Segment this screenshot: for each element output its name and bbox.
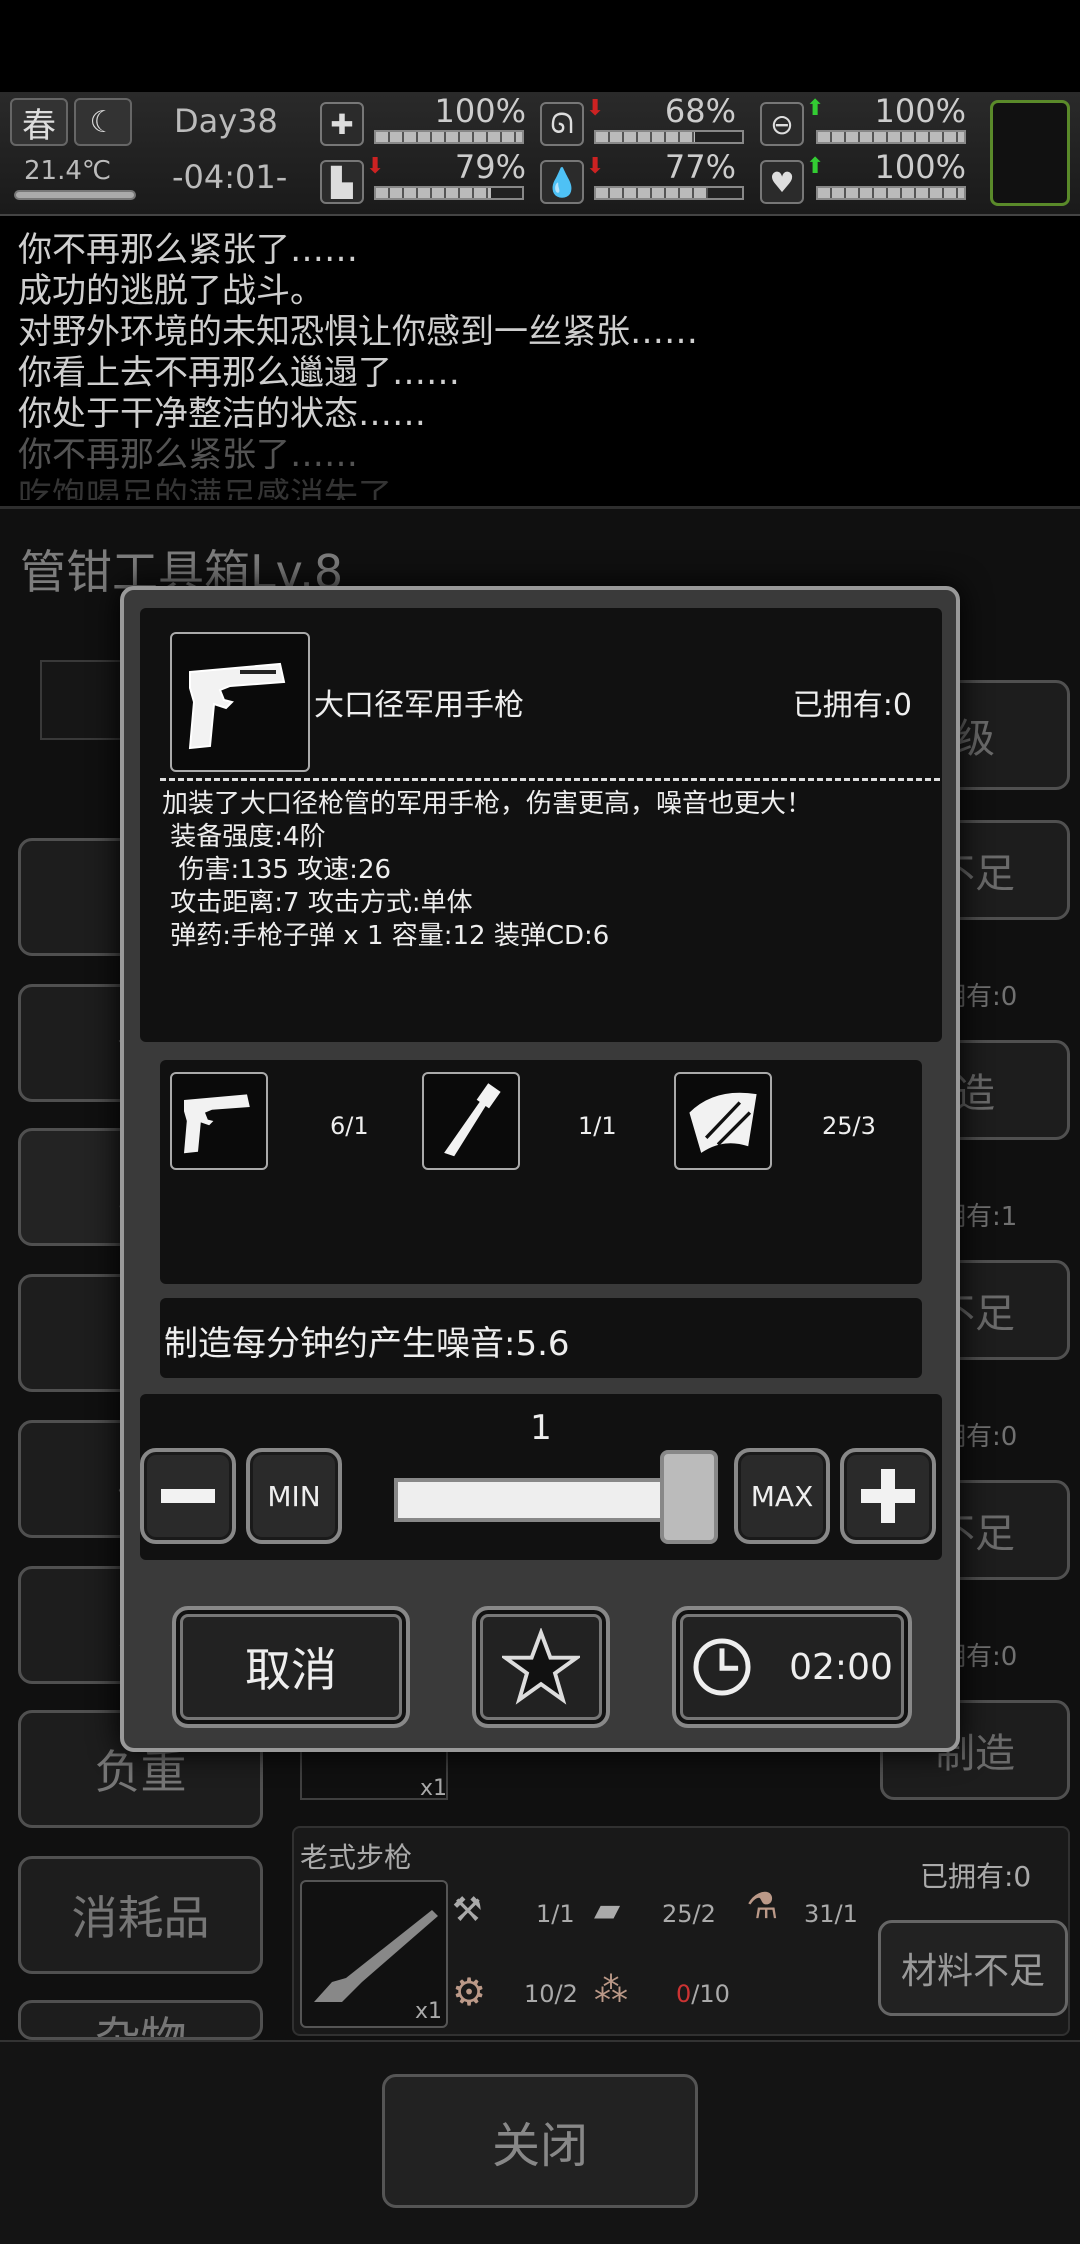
log-line: 你看上去不再那么邋遢了…… <box>18 353 460 393</box>
recipe-name: 老式步枪 <box>300 1841 413 1874</box>
craft-button-insufficient[interactable]: 材料不足 <box>878 1920 1068 2016</box>
decrease-arrow-icon: ⬇ <box>586 154 605 179</box>
increase-button[interactable] <box>840 1448 936 1544</box>
stomach-icon: ᘏ <box>540 102 584 146</box>
decrease-arrow-icon: ⬇ <box>586 96 605 121</box>
fatigue-bar <box>374 186 524 200</box>
slider-handle[interactable] <box>660 1450 718 1544</box>
noise-info: 制造每分钟约产生噪音:5.6 <box>164 1324 570 1364</box>
description-line: 弹药:手枪子弹 x 1 容量:12 装弹CD:6 <box>162 921 610 951</box>
cloth-icon: ▰ <box>594 1890 621 1930</box>
minus-icon <box>161 1489 215 1503</box>
description-line: 伤害:135 攻速:26 <box>162 855 392 885</box>
owned-count: 已拥有:0 <box>792 688 912 723</box>
increase-arrow-icon: ⬆ <box>806 154 825 179</box>
star-icon <box>502 1628 580 1705</box>
cancel-button[interactable]: 取消 <box>172 1606 410 1728</box>
health-bar <box>374 130 524 144</box>
plus-icon <box>861 1469 915 1523</box>
temperature-readout: 21.4℃ <box>24 156 112 186</box>
material-have: 0 <box>676 1980 692 2008</box>
item-info-panel: 大口径军用手枪 已拥有:0 加装了大口径枪管的军用手枪，伤害更高，噪音也更大！ … <box>140 608 942 1042</box>
barrel-icon[interactable] <box>422 1072 520 1170</box>
divider <box>160 778 940 781</box>
material-count: 1/1 <box>536 1900 575 1928</box>
material-count: 1/1 <box>578 1112 617 1140</box>
favorite-button[interactable] <box>472 1606 610 1728</box>
decrease-arrow-icon: ⬇ <box>366 154 385 179</box>
materials-panel: 6/1 1/1 25/3 <box>160 1060 922 1284</box>
material-count: 25/2 <box>662 1900 716 1928</box>
pistol-icon <box>170 632 310 772</box>
thirst-value: 77% <box>664 148 736 186</box>
hunger-value: 68% <box>664 92 736 130</box>
quantity-label: x1 <box>420 1776 448 1801</box>
cloth-icon[interactable] <box>674 1072 772 1170</box>
material-count: 10/2 <box>524 1980 578 2008</box>
temperature-bar <box>14 190 136 200</box>
stamina-value: 100% <box>874 92 966 130</box>
equipment-slot[interactable] <box>990 100 1070 206</box>
material-need: /10 <box>691 1980 730 2008</box>
craft-time: 02:00 <box>789 1646 893 1688</box>
noise-panel: 制造每分钟约产生噪音:5.6 <box>160 1298 922 1378</box>
capsule-icon: ⊖ <box>760 102 804 146</box>
category-misc[interactable]: 杂物 <box>18 2000 263 2040</box>
status-hud: 春 ☾ 21.4℃ Day38 -04:01- ✚ 100% ᘏ ⬇ 68% ⊖… <box>0 92 1080 216</box>
quantity-value: 1 <box>530 1408 552 1448</box>
craft-timer-button[interactable]: 02:00 <box>672 1606 912 1728</box>
close-button[interactable]: 关闭 <box>382 2074 698 2208</box>
material-count: 0/10 <box>676 1980 730 2008</box>
log-line: 你处于干净整洁的状态…… <box>18 394 426 434</box>
clock-label: -04:01- <box>172 158 288 196</box>
increase-arrow-icon: ⬆ <box>806 96 825 121</box>
log-line: 你不再那么紧张了…… <box>18 435 358 475</box>
item-name: 大口径军用手枪 <box>314 688 524 723</box>
stamina-bar <box>816 130 966 144</box>
season-badge: 春 <box>10 98 68 146</box>
boot-icon: ▙ <box>320 160 364 204</box>
health-value: 100% <box>434 92 526 130</box>
water-drop-icon: 💧 <box>540 160 584 204</box>
pistol-icon[interactable] <box>170 1072 268 1170</box>
heart-icon: ♥ <box>760 160 804 204</box>
workbench-thumbnail <box>40 660 130 740</box>
medkit-icon: ✚ <box>320 102 364 146</box>
decrease-button[interactable] <box>140 1448 236 1544</box>
log-line: 你不再那么紧张了…… <box>18 230 358 270</box>
log-line: 吃饱喝足的满足感消失了…… <box>18 476 460 500</box>
thirst-bar <box>594 186 744 200</box>
material-count: 31/1 <box>804 1900 858 1928</box>
owned-count: 已拥有:0 <box>920 1860 1032 1893</box>
gear-icon: ⚙ <box>452 1970 487 2014</box>
category-consumables[interactable]: 消耗品 <box>18 1856 263 1974</box>
log-line: 对野外环境的未知恐惧让你感到一丝紧张…… <box>18 312 698 352</box>
mood-bar <box>816 186 966 200</box>
rifle-part-icon: ⚒ <box>452 1890 483 1930</box>
event-log: 你不再那么紧张了…… 成功的逃脱了战斗。 对野外环境的未知恐惧让你感到一丝紧张…… <box>18 230 1058 500</box>
min-button[interactable]: MIN <box>246 1448 342 1544</box>
max-button[interactable]: MAX <box>734 1448 830 1544</box>
quantity-slider[interactable] <box>394 1478 664 1522</box>
clock-icon <box>693 1638 751 1696</box>
day-label: Day38 <box>174 102 278 140</box>
craft-dialog: 大口径军用手枪 已拥有:0 加装了大口径枪管的军用手枪，伤害更高，噪音也更大！ … <box>120 586 960 1752</box>
quantity-selector: 1 MIN MAX <box>140 1394 942 1560</box>
description-line: 装备强度:4阶 <box>162 822 326 852</box>
description-line: 攻击距离:7 攻击方式:单体 <box>162 888 473 918</box>
hunger-bar <box>594 130 744 144</box>
moon-icon: ☾ <box>74 98 132 146</box>
screws-icon: ⁂ <box>594 1970 628 2010</box>
quantity-label: x1 <box>414 1999 442 2024</box>
mood-value: 100% <box>874 148 966 186</box>
rifle-icon[interactable]: x1 <box>300 1880 448 2028</box>
material-count: 25/3 <box>822 1112 876 1140</box>
flask-icon: ⚗ <box>746 1886 779 1927</box>
log-line: 成功的逃脱了战斗。 <box>18 271 324 311</box>
fatigue-value: 79% <box>454 148 526 186</box>
description-line: 加装了大口径枪管的军用手枪，伤害更高，噪音也更大！ <box>162 789 813 819</box>
item-description: 加装了大口径枪管的军用手枪，伤害更高，噪音也更大！ 装备强度:4阶 伤害:135… <box>162 788 922 953</box>
material-count: 6/1 <box>330 1112 369 1140</box>
